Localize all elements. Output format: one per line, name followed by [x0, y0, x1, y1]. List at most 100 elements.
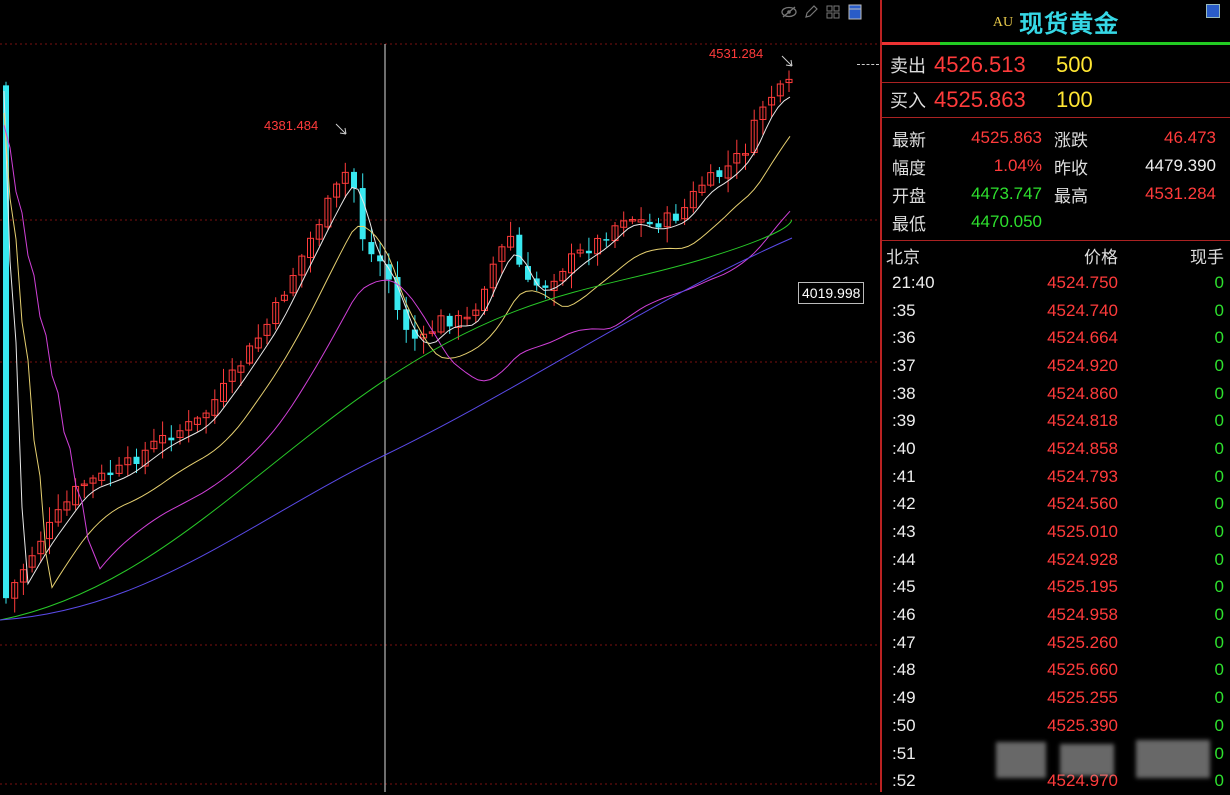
sell-price: 4526.513 [934, 52, 1026, 77]
tick-price: 4524.928 [1047, 549, 1118, 569]
tick-qty: 0 [1214, 688, 1224, 708]
tick-qty: 0 [1214, 438, 1224, 458]
tick-time: :48 [892, 660, 916, 680]
tick-row: :43 4525.010 0 [882, 518, 1230, 546]
col-time: 北京 [886, 247, 920, 267]
tick-row: :40 4524.858 0 [882, 435, 1230, 463]
tick-qty: 0 [1214, 411, 1224, 431]
high-arrow-icon [781, 55, 793, 67]
tick-time: :43 [892, 522, 916, 542]
instrument-title[interactable]: 现货黄金 [1019, 4, 1119, 39]
candle-down [107, 472, 114, 476]
sell-quote-row: 卖出 4526.513 500 [882, 48, 1230, 83]
ticks-list[interactable]: 21:40 4524.750 0:35 4524.740 0:36 4524.664 0:3… [882, 269, 1230, 795]
col-qty: 现手 [1190, 247, 1224, 267]
stat-value: 4470.050 [971, 212, 1042, 231]
stat-key: 最高 [1054, 186, 1088, 206]
tick-qty: 0 [1214, 355, 1224, 375]
candle-down [603, 239, 610, 241]
crosshair-price-label: 4019.998 [798, 282, 865, 304]
tick-time: :49 [892, 688, 916, 708]
panel-toggle-icon[interactable] [1206, 4, 1220, 18]
sell-label: 卖出 [890, 56, 926, 76]
tick-time: :38 [892, 383, 916, 403]
high-price-label: 4531.284 [709, 46, 763, 61]
col-price: 价格 [1084, 247, 1118, 267]
tick-time: :46 [892, 605, 916, 625]
stat-key: 开盘 [892, 186, 926, 206]
tick-row: :49 4525.255 0 [882, 684, 1230, 712]
candle-down [716, 170, 723, 177]
tick-price: 4524.664 [1047, 328, 1118, 348]
tick-price: 4525.390 [1047, 715, 1118, 735]
tick-time: :35 [892, 300, 916, 320]
tick-row: :37 4524.920 0 [882, 352, 1230, 380]
tick-time: :39 [892, 411, 916, 431]
stats-row: 幅度 1.04% 昨收 4479.390 [892, 152, 1224, 180]
pencil-icon[interactable] [802, 4, 820, 20]
stat-value: 4525.863 [971, 128, 1042, 147]
eye-off-icon[interactable] [780, 4, 798, 20]
tick-row: :47 4525.260 0 [882, 629, 1230, 657]
tick-qty: 0 [1214, 605, 1224, 625]
tick-qty: 0 [1214, 383, 1224, 403]
ticks-header: 北京 价格 现手 [882, 241, 1230, 269]
tick-price: 4524.793 [1047, 466, 1118, 486]
tick-time: :52 [892, 771, 916, 791]
stats-row: 最新 4525.863 涨跌 46.473 [892, 124, 1224, 152]
tick-row: :36 4524.664 0 [882, 324, 1230, 352]
tick-time: :41 [892, 466, 916, 486]
candle-down [585, 250, 592, 254]
candle-down [655, 223, 662, 228]
tick-row: 21:40 4524.750 0 [882, 269, 1230, 297]
candle-down [168, 437, 175, 441]
tick-price: 4524.860 [1047, 383, 1118, 403]
candle-down [672, 213, 679, 221]
stat-key: 幅度 [892, 158, 926, 178]
tick-qty: 0 [1214, 494, 1224, 514]
tick-time: :50 [892, 715, 916, 735]
grid-icon[interactable] [824, 4, 842, 20]
tick-price: 4525.010 [1047, 522, 1118, 542]
layout-icon[interactable] [846, 4, 864, 20]
tick-time: :37 [892, 355, 916, 375]
candle-down [133, 456, 140, 464]
tick-price: 4525.260 [1047, 632, 1118, 652]
tick-row: :46 4524.958 0 [882, 601, 1230, 629]
tick-price: 4524.560 [1047, 494, 1118, 514]
stat-value: 1.04% [993, 156, 1042, 175]
tick-row: :35 4524.740 0 [882, 297, 1230, 325]
ma10-line [3, 112, 791, 589]
tick-time: :42 [892, 494, 916, 514]
kline-chart[interactable]: 4381.484 4531.284 4019.998 [0, 0, 880, 792]
tick-price: 4524.818 [1047, 411, 1118, 431]
tick-qty: 0 [1214, 328, 1224, 348]
candlestick-svg[interactable]: 4381.484 4531.284 [0, 0, 880, 792]
tick-price: 4524.750 [1047, 272, 1118, 292]
tick-time: :44 [892, 549, 916, 569]
candle-down [403, 309, 410, 330]
ma20-line [3, 125, 791, 570]
candle-down [646, 221, 653, 225]
tick-time: :51 [892, 743, 916, 763]
tick-row: :39 4524.818 0 [882, 407, 1230, 435]
tick-row: :48 4525.660 0 [882, 657, 1230, 685]
tick-row: :44 4524.928 0 [882, 546, 1230, 574]
buy-price: 4525.863 [934, 87, 1026, 112]
tick-row: :42 4524.560 0 [882, 491, 1230, 519]
stat-key: 涨跌 [1054, 130, 1088, 150]
ma5-line [3, 90, 791, 586]
candle-down [446, 315, 453, 327]
tick-time: 21:40 [892, 272, 935, 292]
watermark-blur [1060, 744, 1114, 776]
tick-price: 4525.660 [1047, 660, 1118, 680]
stat-value: 4531.284 [1145, 184, 1216, 203]
candle-down [516, 234, 523, 265]
tick-price: 4525.195 [1047, 577, 1118, 597]
stat-key: 最低 [892, 214, 926, 234]
stats-block: 最新 4525.863 涨跌 46.473 幅度 1.04% 昨收 4479.3… [882, 118, 1230, 241]
stat-value: 46.473 [1164, 128, 1216, 147]
bid-ask-bar-red [882, 42, 940, 45]
tick-qty: 0 [1214, 715, 1224, 735]
peak-price-label: 4381.484 [264, 118, 318, 133]
